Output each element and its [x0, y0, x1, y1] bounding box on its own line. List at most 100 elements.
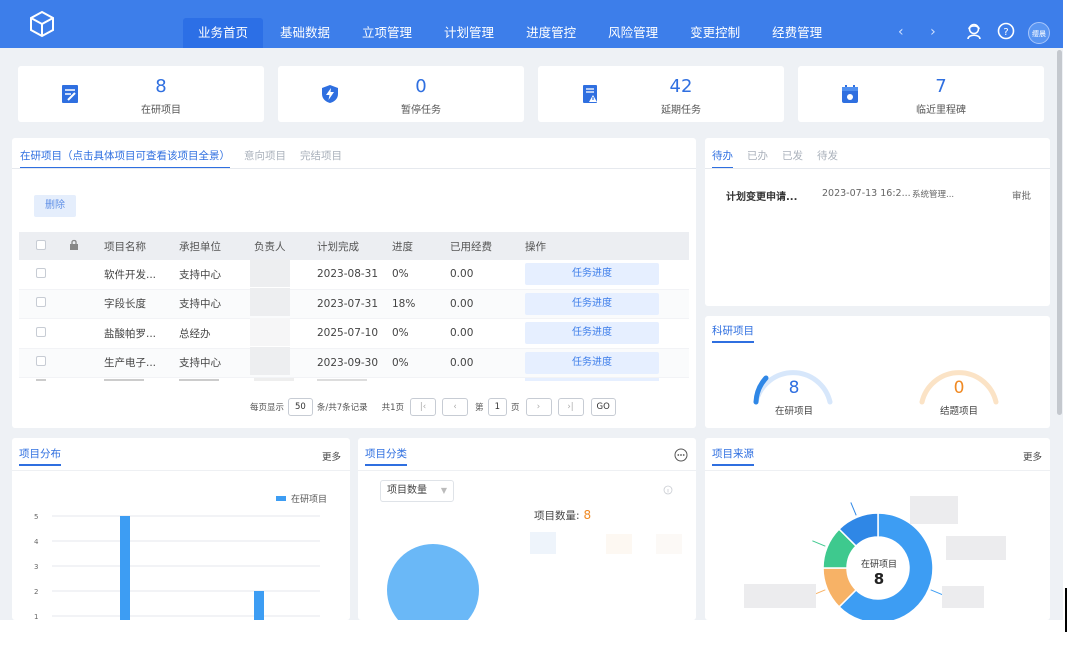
owner-redacted [250, 288, 290, 317]
column-header[interactable]: 项目名称 [104, 239, 179, 254]
project-unit: 总经办 [179, 327, 211, 340]
legend-label: 在研项目 [291, 495, 328, 505]
used-fee: 0.00 [450, 268, 474, 281]
tab-done[interactable]: 已办 [747, 148, 768, 169]
research-title: 科研项目 [712, 323, 754, 343]
column-header[interactable]: 承担单位 [179, 239, 254, 254]
stat-card-delayed[interactable]: 42 延期任务 [538, 66, 784, 122]
source-title: 项目来源 [712, 446, 754, 466]
category-metric-select[interactable]: 项目数量 ▼ [380, 480, 454, 502]
per-page-label: 每页显示 [250, 403, 285, 413]
source-more-link[interactable]: 更多 [1023, 449, 1042, 463]
column-header[interactable]: 计划完成 [317, 239, 392, 254]
stat-label: 在研项目 [141, 105, 181, 116]
plan-date: 2025-07-10 [317, 327, 379, 340]
tab-in-progress[interactable]: 在研项目（点击具体项目可查看该项目全景） [20, 148, 230, 169]
bar[interactable] [254, 591, 264, 620]
last-page-icon[interactable]: ›| [557, 398, 584, 416]
divider [12, 168, 696, 169]
stat-value: 8 [155, 76, 167, 97]
task-progress-button[interactable]: 任务进度 [525, 263, 659, 286]
projects-table: 项目名称 承担单位 负责人 计划完成 进度 已用经费 操作 软件开发... 支持… [19, 232, 689, 384]
distribution-more-link[interactable]: 更多 [322, 449, 341, 463]
stat-card-paused[interactable]: 0 暂停任务 [278, 66, 524, 122]
tab-pending[interactable]: 待发 [817, 148, 838, 169]
y-tick-label: 2 [34, 588, 38, 596]
go-button[interactable]: GO [590, 398, 616, 416]
first-page-icon[interactable]: |‹ [410, 398, 437, 416]
task-progress-button[interactable]: 任务进度 [525, 292, 659, 315]
nav-item-change[interactable]: 变更控制 [675, 18, 755, 48]
table-row[interactable]: 盐酸帕罗... 总经办 2025-07-10 0% 0.00 任务进度 [19, 317, 689, 349]
tab-intended[interactable]: 意向项目 [244, 148, 286, 169]
main-nav: 业务首页 基础数据 立项管理 计划管理 进度管控 风险管理 变更控制 经费管理 [183, 18, 839, 48]
next-page-icon[interactable]: › [525, 398, 552, 416]
column-header[interactable]: 已用经费 [450, 239, 525, 254]
source-label-blur [942, 586, 984, 608]
row-checkbox[interactable] [36, 297, 46, 308]
owner-redacted [250, 258, 290, 287]
nav-item-plan[interactable]: 计划管理 [429, 18, 509, 48]
table-row[interactable]: 软件开发... 支持中心 2023-08-31 0% 0.00 任务进度 [19, 258, 689, 290]
research-closed-value: 0 [953, 378, 965, 398]
delete-button[interactable]: 删除 [34, 195, 76, 217]
tab-sent[interactable]: 已发 [782, 148, 803, 169]
divider [705, 470, 1050, 471]
cube-logo-icon[interactable] [28, 10, 56, 38]
legend-swatch [276, 496, 286, 501]
nav-next-icon[interactable]: › [930, 24, 936, 40]
row-checkbox[interactable] [36, 356, 46, 367]
distribution-title: 项目分布 [19, 446, 61, 466]
pie-slice[interactable] [387, 544, 479, 620]
plan-date: 2023-09-30 [317, 356, 379, 369]
prev-page-icon[interactable]: ‹ [442, 398, 469, 416]
project-name[interactable]: 盐酸帕罗... [104, 326, 179, 341]
research-closed-label: 结题项目 [939, 406, 978, 417]
category-value-text: 项目数量: [534, 510, 580, 522]
page-scrollbar[interactable] [1057, 50, 1062, 415]
project-name[interactable]: 字段长度 [104, 296, 179, 311]
todo-item[interactable]: 计划变更申请... 2023-07-13 16:2... 系统管理... 审批 [726, 188, 1036, 203]
divider [358, 470, 696, 471]
nav-item-progress[interactable]: 进度管控 [511, 18, 591, 48]
per-page-input[interactable]: 50 [288, 398, 313, 416]
row-checkbox[interactable] [36, 267, 46, 278]
y-tick-label: 4 [34, 538, 39, 546]
nav-item-funding[interactable]: 经费管理 [757, 18, 837, 48]
divider [705, 168, 1050, 169]
todo-title[interactable]: 计划变更申请... [726, 188, 822, 203]
task-progress-button[interactable]: 任务进度 [525, 351, 659, 374]
nav-item-basic-data[interactable]: 基础数据 [265, 18, 345, 48]
nav-prev-icon[interactable]: ‹ [898, 24, 904, 40]
stat-card-in-progress[interactable]: 8 在研项目 [18, 66, 264, 122]
legend-blur [530, 532, 556, 554]
row-checkbox[interactable] [36, 326, 46, 337]
support-person-icon[interactable] [965, 22, 983, 40]
info-icon[interactable] [663, 485, 673, 495]
stat-card-milestone[interactable]: 7 临近里程碑 [798, 66, 1044, 122]
donut-center-label: 在研项目 [860, 560, 897, 570]
task-progress-button[interactable]: 任务进度 [525, 322, 659, 345]
table-row[interactable]: 字段长度 支持中心 2023-07-31 18% 0.00 任务进度 [19, 288, 689, 319]
tab-completed[interactable]: 完结项目 [300, 148, 342, 169]
bar[interactable] [120, 516, 130, 620]
total-label: 条/共7条记录 [316, 403, 368, 413]
column-header[interactable]: 负责人 [254, 239, 317, 254]
help-icon[interactable]: ? [997, 22, 1015, 40]
stat-value: 7 [935, 76, 947, 97]
tab-todo[interactable]: 待办 [712, 148, 733, 169]
page-input[interactable]: 1 [487, 398, 507, 416]
nav-item-project-setup[interactable]: 立项管理 [347, 18, 427, 48]
project-name[interactable]: 生产电子... [104, 355, 179, 370]
table-row[interactable]: 生产电子... 支持中心 2023-09-30 0% 0.00 任务进度 [19, 347, 689, 378]
column-header[interactable]: 进度 [392, 239, 450, 254]
project-name[interactable]: 软件开发... [104, 267, 179, 282]
nav-item-home[interactable]: 业务首页 [183, 18, 264, 48]
text-cursor [1065, 588, 1067, 632]
select-all-checkbox[interactable] [36, 239, 46, 250]
stat-value: 42 [669, 76, 693, 97]
nav-item-risk[interactable]: 风险管理 [593, 18, 673, 48]
avatar[interactable]: 缨晨 [1028, 22, 1050, 44]
more-options-icon[interactable] [674, 448, 688, 462]
page-prefix: 第 [475, 403, 484, 413]
